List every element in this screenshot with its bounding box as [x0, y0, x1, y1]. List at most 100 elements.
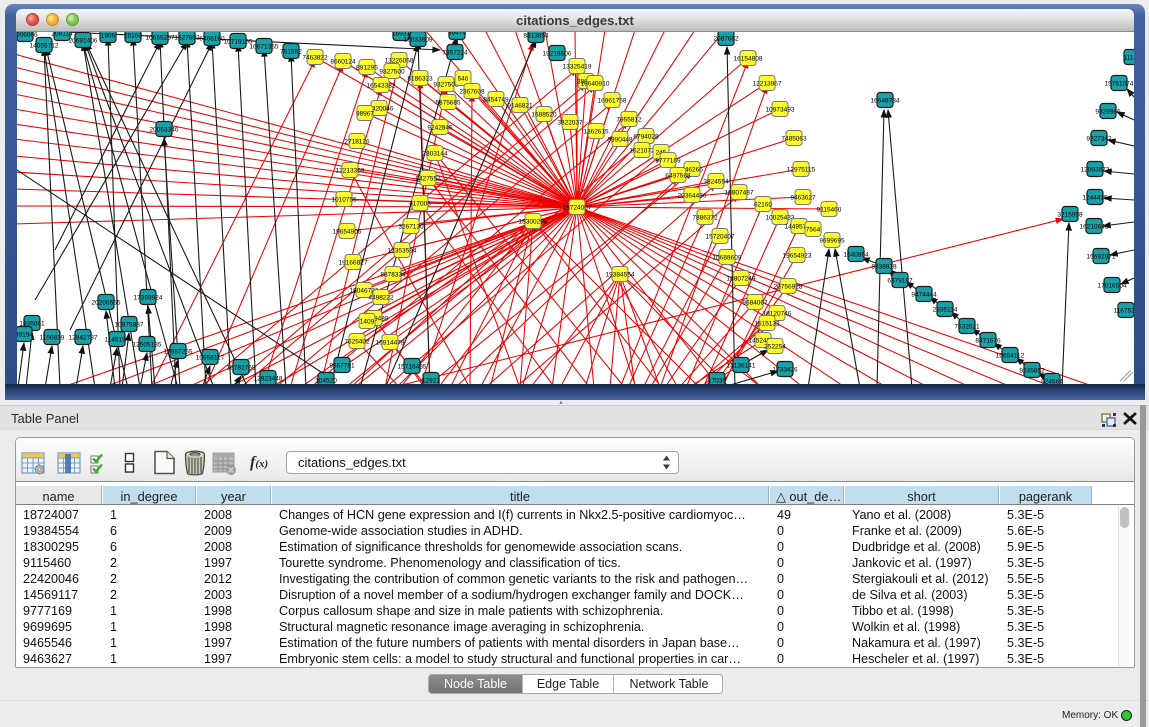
svg-text:104520: 104520: [315, 378, 337, 385]
svg-text:20160: 20160: [124, 33, 142, 40]
svg-text:417006: 417006: [409, 201, 431, 208]
svg-text:16782759: 16782759: [227, 365, 256, 372]
svg-text:20364436: 20364436: [678, 193, 707, 200]
svg-text:546: 546: [458, 76, 469, 83]
svg-text:16671355: 16671355: [250, 44, 279, 51]
svg-text:8990448: 8990448: [607, 137, 633, 144]
svg-text:7886372: 7886372: [692, 215, 718, 222]
svg-text:18724007: 18724007: [563, 205, 592, 212]
svg-text:2087682: 2087682: [713, 36, 739, 43]
svg-text:14055712: 14055712: [30, 43, 59, 50]
svg-text:8427552: 8427552: [415, 176, 441, 183]
svg-text:10975887: 10975887: [115, 322, 144, 329]
svg-text:17035: 17035: [708, 378, 726, 385]
svg-text:10973493: 10973493: [766, 107, 795, 114]
svg-text:891295: 891295: [356, 65, 378, 72]
svg-text:18807249: 18807249: [727, 276, 756, 283]
svg-text:9463627: 9463627: [790, 195, 816, 202]
svg-text:3215958: 3215958: [1057, 212, 1083, 219]
svg-text:8813054: 8813054: [523, 33, 549, 40]
svg-text:9684067: 9684067: [742, 300, 768, 307]
svg-text:7955812: 7955812: [616, 117, 642, 124]
svg-text:9146821: 9146821: [507, 103, 533, 110]
svg-text:1244415: 1244415: [1082, 195, 1108, 202]
svg-text:96474: 96474: [448, 32, 466, 37]
svg-text:14136141: 14136141: [727, 363, 756, 370]
svg-text:8660124: 8660124: [330, 59, 356, 66]
svg-text:1621072: 1621072: [629, 148, 655, 155]
svg-text:20206555: 20206555: [92, 300, 121, 307]
svg-text:12505135: 12505135: [133, 342, 162, 349]
svg-text:1167531: 1167531: [1114, 308, 1134, 315]
svg-text:1145194: 1145194: [105, 337, 130, 344]
svg-text:19218506: 19218506: [543, 51, 572, 58]
svg-text:3822037: 3822037: [557, 120, 583, 127]
svg-text:1527602: 1527602: [174, 35, 200, 42]
svg-text:9329966: 9329966: [1095, 109, 1121, 116]
svg-text:7632621: 7632621: [954, 324, 980, 331]
svg-text:1010755: 1010755: [331, 197, 357, 204]
svg-text:7463822: 7463822: [302, 55, 328, 62]
svg-text:17957255: 17957255: [164, 349, 193, 356]
svg-text:15751074: 15751074: [1105, 81, 1134, 88]
svg-text:7357224: 7357224: [442, 50, 468, 57]
svg-text:1588520: 1588520: [531, 112, 557, 119]
svg-text:16961758: 16961758: [598, 98, 627, 105]
svg-text:20756928: 20756928: [774, 284, 803, 291]
svg-text:12353594: 12353594: [388, 248, 417, 255]
svg-text:11123: 11123: [1123, 55, 1134, 62]
svg-text:16210643: 16210643: [1080, 224, 1109, 231]
svg-text:6379197: 6379197: [887, 278, 913, 285]
svg-text:8186323: 8186323: [407, 76, 433, 83]
svg-text:1615132: 1615132: [754, 321, 780, 328]
svg-text:12923448: 12923448: [254, 376, 283, 383]
svg-text:19654905: 19654905: [333, 229, 362, 236]
svg-text:9227342: 9227342: [1086, 136, 1112, 143]
svg-text:9699695: 9699695: [819, 238, 845, 245]
svg-text:7564: 7564: [806, 227, 821, 234]
svg-text:1409: 1409: [360, 319, 375, 326]
svg-text:1733426: 1733426: [772, 367, 798, 374]
svg-text:10958117: 10958117: [196, 355, 225, 362]
svg-text:7485063: 7485063: [781, 136, 807, 143]
svg-text:3824554: 3824554: [703, 179, 729, 186]
svg-text:18300295: 18300295: [519, 219, 548, 226]
svg-text:12213369: 12213369: [336, 168, 365, 175]
svg-text:6466160: 6466160: [199, 36, 225, 43]
svg-text:62160: 62160: [754, 202, 772, 209]
svg-text:16648784: 16648784: [871, 98, 900, 105]
svg-text:9242845: 9242845: [427, 125, 453, 132]
svg-text:19384554: 19384554: [606, 272, 635, 279]
svg-text:9657791: 9657791: [329, 363, 355, 370]
svg-text:12975115: 12975115: [787, 167, 816, 174]
svg-text:2718126: 2718126: [344, 139, 370, 146]
svg-text:1905: 1905: [101, 33, 116, 40]
svg-text:10807487: 10807487: [725, 190, 754, 197]
svg-text:19166827: 19166827: [339, 260, 368, 267]
svg-text:8471676: 8471676: [975, 338, 1001, 345]
svg-text:19654923: 19654923: [783, 253, 812, 260]
svg-text:10688609: 10688609: [713, 255, 742, 262]
svg-text:16543382: 16543382: [367, 83, 396, 90]
svg-text:252254: 252254: [764, 344, 786, 351]
svg-text:2935114: 2935114: [933, 307, 958, 314]
svg-text:15720407: 15720407: [706, 234, 735, 241]
svg-text:13325419: 13325419: [563, 64, 592, 71]
svg-text:5875685: 5875685: [435, 100, 461, 107]
svg-text:9777169: 9777169: [655, 158, 681, 165]
svg-text:8454749: 8454749: [483, 97, 509, 104]
svg-text:1640954: 1640954: [843, 252, 869, 259]
svg-text:15716485: 15716485: [398, 364, 427, 371]
svg-text:16154808: 16154808: [734, 56, 763, 63]
svg-text:10654112: 10654112: [996, 353, 1025, 360]
svg-text:16914479: 16914479: [376, 340, 405, 347]
svg-text:6497568: 6497568: [665, 173, 691, 180]
svg-text:2006066: 2006066: [17, 32, 38, 39]
svg-text:8938918: 8938918: [871, 264, 897, 271]
svg-text:6794028: 6794028: [633, 134, 659, 141]
svg-text:12213967: 12213967: [753, 81, 782, 88]
svg-text:17359924: 17359924: [134, 295, 163, 302]
svg-text:924564: 924564: [1041, 379, 1063, 385]
svg-text:2367608: 2367608: [459, 89, 485, 96]
svg-text:10025433: 10025433: [766, 215, 795, 222]
